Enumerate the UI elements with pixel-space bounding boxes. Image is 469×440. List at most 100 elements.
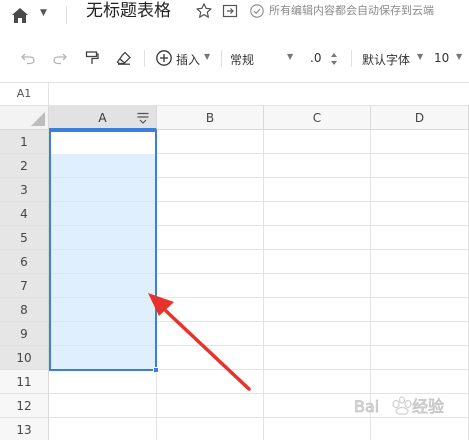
cell-d11[interactable] bbox=[371, 370, 469, 394]
cell-b2[interactable] bbox=[157, 154, 264, 178]
active-cell[interactable] bbox=[51, 132, 155, 154]
divider bbox=[351, 50, 352, 67]
row-header-13[interactable]: 13 bbox=[0, 418, 49, 440]
move-to-folder-icon[interactable] bbox=[222, 3, 238, 19]
save-status: 所有编辑内容都会自动保存到云端 bbox=[269, 4, 434, 17]
insert-button[interactable]: 插入 ▼ bbox=[152, 47, 214, 69]
cell-b12[interactable] bbox=[157, 394, 264, 418]
cell-c12[interactable] bbox=[264, 394, 371, 418]
decimal-label: .0 bbox=[310, 51, 322, 65]
column-header-b[interactable]: B bbox=[157, 106, 264, 130]
chevron-down-icon: ▼ bbox=[287, 52, 294, 61]
undo-icon[interactable] bbox=[20, 50, 36, 66]
cell-c2[interactable] bbox=[264, 154, 371, 178]
redo-icon[interactable] bbox=[52, 50, 68, 66]
row-header-3[interactable]: 3 bbox=[0, 178, 49, 202]
cell-b5[interactable] bbox=[157, 226, 264, 250]
row-header-12[interactable]: 12 bbox=[0, 394, 49, 418]
cell-c11[interactable] bbox=[264, 370, 371, 394]
cell-b1[interactable] bbox=[157, 130, 264, 154]
cell-d9[interactable] bbox=[371, 322, 469, 346]
cell-c10[interactable] bbox=[264, 346, 371, 370]
cell-d1[interactable] bbox=[371, 130, 469, 154]
plus-circle-icon bbox=[156, 50, 172, 66]
cell-c3[interactable] bbox=[264, 178, 371, 202]
home-icon bbox=[12, 8, 28, 23]
selection-range bbox=[49, 130, 157, 371]
cell-a11[interactable] bbox=[49, 370, 157, 394]
cell-reference-box[interactable]: A1 bbox=[0, 83, 49, 105]
cell-b10[interactable] bbox=[157, 346, 264, 370]
toolbar: 插入 ▼ 常规 ▼ .0 默认字体 ▼ 10 ▼ bbox=[0, 42, 469, 74]
fill-handle[interactable] bbox=[153, 367, 159, 373]
cell-c6[interactable] bbox=[264, 250, 371, 274]
column-header-label: B bbox=[205, 111, 215, 125]
cell-b11[interactable] bbox=[157, 370, 264, 394]
spreadsheet-grid: A B C D 1 2 3 4 5 6 7 8 9 10 11 12 13 bbox=[0, 106, 469, 440]
cell-b9[interactable] bbox=[157, 322, 264, 346]
row-header-5[interactable]: 5 bbox=[0, 226, 49, 250]
formula-bar: A1 bbox=[0, 82, 469, 106]
row-header-8[interactable]: 8 bbox=[0, 298, 49, 322]
row-header-10[interactable]: 10 bbox=[0, 346, 49, 370]
check-circle-icon bbox=[250, 4, 264, 18]
cell-d7[interactable] bbox=[371, 274, 469, 298]
document-title[interactable]: 无标题表格 bbox=[86, 0, 171, 22]
font-family-value: 默认字体 bbox=[362, 53, 411, 67]
cell-a13[interactable] bbox=[49, 418, 157, 440]
cell-b13[interactable] bbox=[157, 418, 264, 440]
column-header-a[interactable]: A bbox=[49, 106, 157, 130]
column-header-d[interactable]: D bbox=[371, 106, 469, 130]
cell-d5[interactable] bbox=[371, 226, 469, 250]
cell-d12[interactable] bbox=[371, 394, 469, 418]
eraser-icon[interactable] bbox=[116, 50, 132, 66]
cell-b8[interactable] bbox=[157, 298, 264, 322]
cell-b3[interactable] bbox=[157, 178, 264, 202]
cell-b6[interactable] bbox=[157, 250, 264, 274]
column-header-label: C bbox=[312, 111, 322, 125]
cell-b7[interactable] bbox=[157, 274, 264, 298]
font-size-select[interactable]: 10 ▼ bbox=[434, 51, 469, 67]
column-header-c[interactable]: C bbox=[264, 106, 371, 130]
row-header-11[interactable]: 11 bbox=[0, 370, 49, 394]
chevron-down-icon: ▼ bbox=[204, 52, 211, 61]
cell-b4[interactable] bbox=[157, 202, 264, 226]
paint-format-icon[interactable] bbox=[84, 50, 100, 66]
cell-d6[interactable] bbox=[371, 250, 469, 274]
cell-c8[interactable] bbox=[264, 298, 371, 322]
font-family-select[interactable]: 默认字体 ▼ bbox=[362, 51, 426, 67]
row-header-7[interactable]: 7 bbox=[0, 274, 49, 298]
row-header-4[interactable]: 4 bbox=[0, 202, 49, 226]
row-header-9[interactable]: 9 bbox=[0, 322, 49, 346]
cell-c7[interactable] bbox=[264, 274, 371, 298]
cell-a12[interactable] bbox=[49, 394, 157, 418]
home-button[interactable]: ▼ bbox=[6, 4, 48, 30]
number-format-select[interactable]: 常规 ▼ bbox=[230, 51, 296, 67]
title-bar: ▼ 无标题表格 所有编辑内容都会自动保存到云端 bbox=[0, 0, 469, 36]
number-format-value: 常规 bbox=[230, 53, 255, 67]
insert-label: 插入 bbox=[176, 53, 201, 67]
cell-d4[interactable] bbox=[371, 202, 469, 226]
filter-icon[interactable] bbox=[136, 111, 150, 125]
select-all-corner[interactable] bbox=[0, 106, 49, 130]
font-size-value: 10 bbox=[434, 51, 450, 65]
decimal-places-stepper[interactable]: .0 bbox=[310, 51, 342, 67]
cell-c5[interactable] bbox=[264, 226, 371, 250]
row-header-1[interactable]: 1 bbox=[0, 130, 49, 154]
cell-d3[interactable] bbox=[371, 178, 469, 202]
divider bbox=[66, 6, 67, 24]
cell-c13[interactable] bbox=[264, 418, 371, 440]
cell-c9[interactable] bbox=[264, 322, 371, 346]
cell-d10[interactable] bbox=[371, 346, 469, 370]
cell-c4[interactable] bbox=[264, 202, 371, 226]
chevron-down-icon: ▼ bbox=[417, 52, 424, 61]
cell-d13[interactable] bbox=[371, 418, 469, 440]
divider bbox=[221, 50, 222, 67]
column-header-label: D bbox=[414, 111, 425, 125]
cell-c1[interactable] bbox=[264, 130, 371, 154]
cell-d8[interactable] bbox=[371, 298, 469, 322]
row-header-6[interactable]: 6 bbox=[0, 250, 49, 274]
cell-d2[interactable] bbox=[371, 154, 469, 178]
row-header-2[interactable]: 2 bbox=[0, 154, 49, 178]
star-icon[interactable] bbox=[195, 2, 213, 20]
